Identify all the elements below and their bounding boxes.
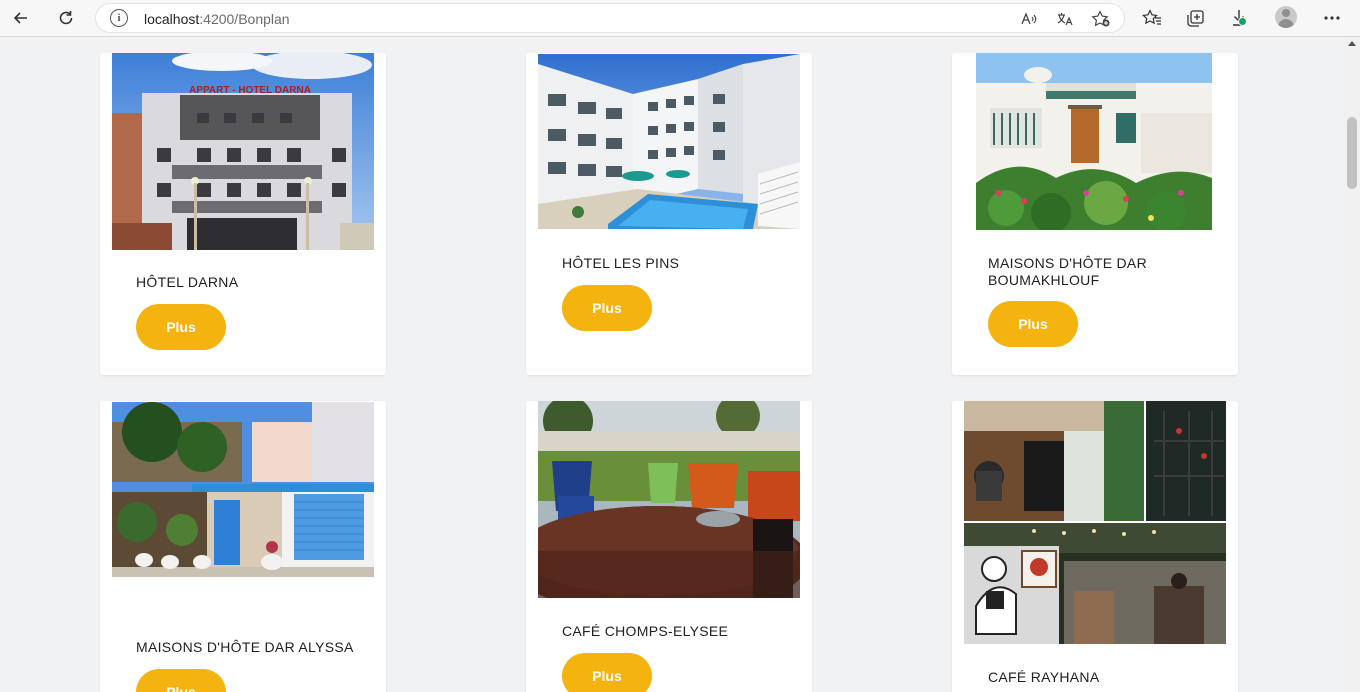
plus-button[interactable]: Plus bbox=[136, 304, 226, 350]
scroll-up-arrow-icon[interactable] bbox=[1348, 41, 1356, 46]
bonplan-page: APPART - HOTEL DARNA HÔTEL DARNA Plus HÔ… bbox=[0, 37, 1344, 692]
url-path: :4200/Bonplan bbox=[199, 11, 290, 27]
place-card: MAISONS D'HÔTE DAR ALYSSA Plus bbox=[100, 401, 386, 692]
url-host: localhost bbox=[144, 11, 200, 27]
reload-icon[interactable] bbox=[52, 4, 80, 32]
cafe-rayhana-photo bbox=[964, 401, 1226, 644]
profile-avatar[interactable] bbox=[1275, 6, 1297, 28]
hotel-les-pins-photo bbox=[538, 54, 800, 229]
page-scrollbar[interactable] bbox=[1344, 37, 1360, 692]
address-bar[interactable]: i localhost:4200/Bonplan bbox=[95, 3, 1125, 33]
card-title: CAFÉ CHOMPS-ELYSEE bbox=[562, 623, 729, 639]
hotel-darna-photo: APPART - HOTEL DARNA bbox=[112, 53, 374, 250]
plus-button[interactable]: Plus bbox=[988, 301, 1078, 347]
card-title: MAISONS D'HÔTE DAR BOUMAKHLOUF bbox=[988, 255, 1147, 288]
address-url: localhost:4200/Bonplan bbox=[144, 11, 290, 27]
read-aloud-icon[interactable] bbox=[1018, 8, 1040, 30]
more-menu-icon[interactable] bbox=[1318, 4, 1346, 32]
translate-icon[interactable] bbox=[1054, 8, 1076, 30]
place-card: APPART - HOTEL DARNA HÔTEL DARNA Plus bbox=[100, 53, 386, 375]
darna-sign-text: APPART - HOTEL DARNA bbox=[189, 85, 311, 96]
collections-icon[interactable] bbox=[1182, 4, 1210, 32]
card-title: HÔTEL LES PINS bbox=[562, 255, 680, 271]
plus-button[interactable]: Plus bbox=[136, 669, 226, 692]
scroll-thumb[interactable] bbox=[1347, 117, 1357, 189]
favorites-icon[interactable] bbox=[1138, 4, 1166, 32]
place-card: CAFÉ CHOMPS-ELYSEE Plus bbox=[526, 401, 812, 692]
back-icon[interactable] bbox=[7, 4, 35, 32]
card-title: CAFÉ RAYHANA bbox=[988, 669, 1100, 685]
place-card: MAISONS D'HÔTE DAR BOUMAKHLOUF Plus bbox=[952, 53, 1238, 375]
browser-toolbar: i localhost:4200/Bonplan bbox=[0, 0, 1360, 37]
place-card: CAFÉ RAYHANA bbox=[952, 401, 1238, 692]
card-title: HÔTEL DARNA bbox=[136, 274, 239, 290]
download-complete-badge bbox=[1238, 17, 1247, 26]
downloads-icon[interactable] bbox=[1226, 4, 1254, 32]
card-title: MAISONS D'HÔTE DAR ALYSSA bbox=[136, 639, 354, 655]
add-favorite-icon[interactable] bbox=[1090, 8, 1112, 30]
site-info-icon[interactable]: i bbox=[110, 9, 128, 27]
plus-button[interactable]: Plus bbox=[562, 285, 652, 331]
dar-alyssa-photo bbox=[112, 402, 374, 577]
plus-button[interactable]: Plus bbox=[562, 653, 652, 692]
place-card: HÔTEL LES PINS Plus bbox=[526, 53, 812, 375]
cafe-chomps-elysee-photo bbox=[538, 401, 800, 598]
dar-boumakhlouf-photo bbox=[976, 53, 1212, 230]
